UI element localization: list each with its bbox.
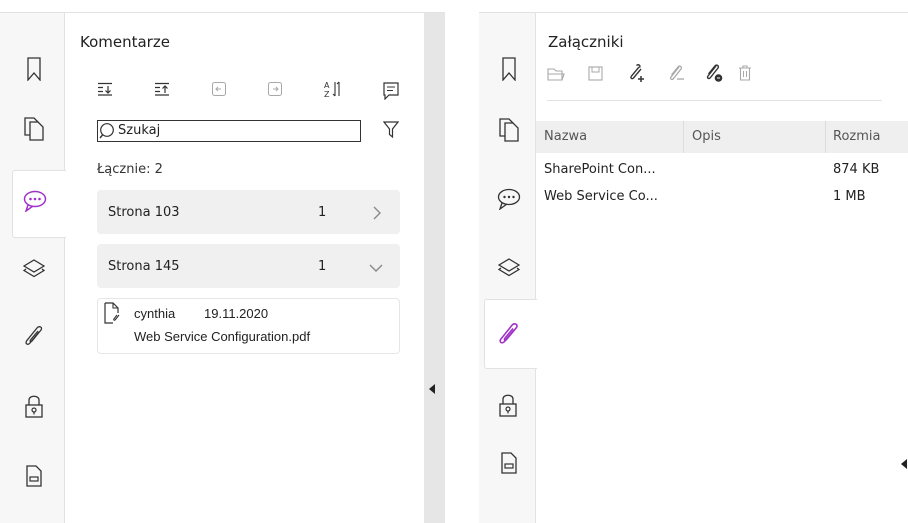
form-icon[interactable] (501, 452, 517, 474)
pages-icon[interactable] (24, 117, 44, 141)
attachment-name: Web Service Co... (544, 189, 658, 204)
search-icon (99, 122, 117, 140)
collapse-all-icon[interactable] (154, 82, 170, 96)
layers-icon[interactable] (23, 258, 45, 280)
comments-icon[interactable] (23, 190, 47, 212)
pages-icon[interactable] (499, 118, 519, 142)
attachment-size: 1 MB (833, 189, 866, 204)
remove-attachment-icon[interactable] (666, 63, 686, 83)
comments-total-count: Łącznie: 2 (97, 162, 163, 177)
comment-group-count: 1 (318, 259, 327, 274)
sort-az-icon[interactable]: AZ (324, 80, 342, 98)
panel-splitter[interactable] (424, 13, 445, 523)
comment-group-label: Strona 145 (108, 259, 180, 274)
attachment-name: SharePoint Con... (544, 162, 656, 177)
svg-text:Z: Z (324, 90, 330, 98)
chevron-right-icon[interactable] (372, 206, 382, 220)
comment-author: cynthia (134, 306, 176, 321)
table-row[interactable]: SharePoint Con... 874 KB (536, 160, 908, 182)
layers-icon[interactable] (498, 257, 520, 279)
filter-icon[interactable] (383, 121, 399, 139)
svg-text:A: A (324, 81, 330, 90)
expand-all-icon[interactable] (97, 82, 113, 96)
bookmark-icon[interactable] (502, 57, 516, 81)
table-row[interactable]: Web Service Co... 1 MB (536, 187, 908, 209)
attachment-icon[interactable] (498, 321, 520, 347)
bookmark-icon[interactable] (27, 57, 41, 81)
comments-panel-title: Komentarze (80, 33, 170, 51)
attachment-properties-icon[interactable] (704, 63, 724, 83)
attachment-icon[interactable] (24, 324, 44, 348)
comment-filename: Web Service Configuration.pdf (134, 329, 311, 344)
comment-group-label: Strona 103 (108, 205, 180, 220)
column-header-name[interactable]: Nazwa (544, 129, 587, 144)
add-attachment-icon[interactable] (627, 63, 647, 83)
attachments-panel-title: Załączniki (548, 33, 624, 51)
open-folder-icon[interactable] (547, 66, 565, 82)
collapse-panel-arrow-icon[interactable] (900, 459, 908, 469)
previous-comment-icon[interactable] (212, 82, 226, 96)
comment-options-icon[interactable] (383, 82, 399, 100)
collapse-panel-arrow-icon[interactable] (428, 384, 436, 394)
next-comment-icon[interactable] (268, 82, 282, 96)
file-attachment-annotation-icon (104, 302, 122, 324)
comment-date: 19.11.2020 (204, 306, 269, 321)
lock-icon[interactable] (499, 392, 517, 418)
comments-icon[interactable] (497, 188, 521, 210)
form-icon[interactable] (26, 465, 42, 487)
delete-icon[interactable] (738, 65, 752, 81)
lock-icon[interactable] (25, 393, 43, 419)
save-icon[interactable] (588, 66, 603, 81)
column-header-size[interactable]: Rozmia (833, 129, 908, 144)
chevron-down-icon[interactable] (369, 263, 383, 273)
comment-group-count: 1 (318, 205, 327, 220)
attachment-size: 874 KB (833, 162, 880, 177)
toolbar-divider (547, 100, 882, 101)
search-input[interactable]: Szukaj (118, 123, 160, 138)
column-header-description[interactable]: Opis (692, 129, 721, 144)
